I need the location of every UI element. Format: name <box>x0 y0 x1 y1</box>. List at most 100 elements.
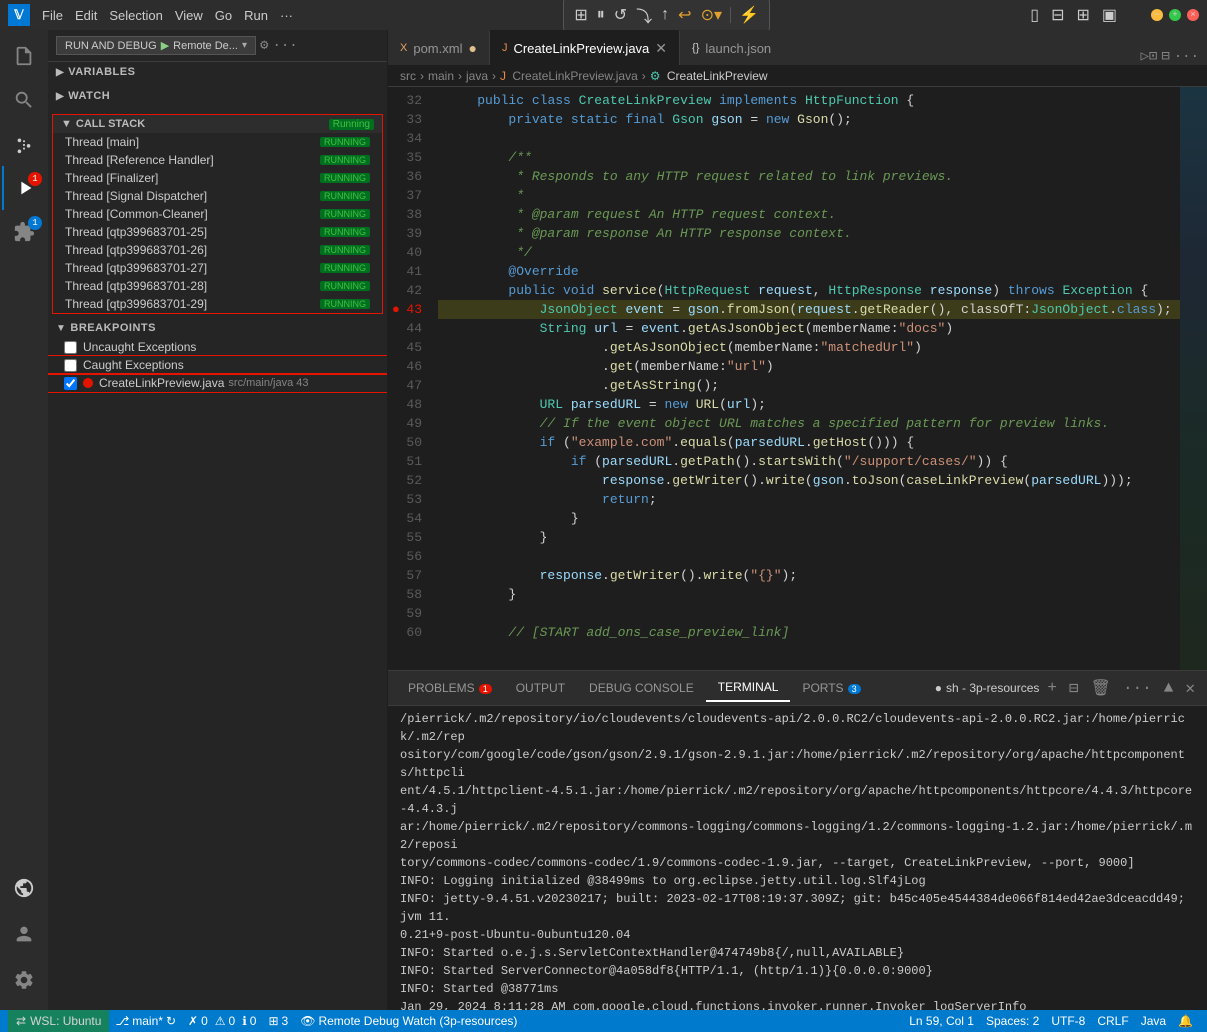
call-stack-item[interactable]: Thread [main] RUNNING <box>53 133 382 151</box>
minimize-btn[interactable]: − <box>1151 9 1163 21</box>
bp-checkbox[interactable] <box>64 359 77 372</box>
extensions-activity-icon[interactable]: 1 <box>2 210 46 254</box>
flash-btn[interactable]: ⚡ <box>735 3 763 27</box>
menu-run[interactable]: Run <box>238 6 274 25</box>
watch-section-header[interactable]: ▶ WATCH <box>48 86 387 106</box>
tab-icon: J <box>502 42 508 54</box>
run-debug-activity-icon[interactable]: 1 <box>2 166 46 210</box>
remote-activity-icon[interactable] <box>2 866 46 910</box>
bp-checkbox[interactable] <box>64 341 77 354</box>
breakpoint-item[interactable]: CreateLinkPreview.java src/main/java 43 <box>48 374 387 392</box>
panel-tab-output[interactable]: OUTPUT <box>504 675 577 701</box>
more-editor-btn[interactable]: ··· <box>1174 49 1199 65</box>
bp-path: src/main/java 43 <box>228 377 308 389</box>
menu-edit[interactable]: Edit <box>69 6 103 25</box>
menu-view[interactable]: View <box>169 6 209 25</box>
menu-selection[interactable]: Selection <box>103 6 168 25</box>
tab-launch.json[interactable]: {} launch.json <box>680 30 783 65</box>
record-btn[interactable]: ⊙▾ <box>697 3 726 27</box>
language-status[interactable]: Java <box>1135 1014 1172 1028</box>
errors-status[interactable]: ✗ 0 ⚠ 0 ℹ 0 <box>182 1014 262 1028</box>
thread-name: Thread [qtp399683701-29] <box>65 297 207 311</box>
settings-activity-icon[interactable] <box>2 958 46 1002</box>
layout-grid-btn[interactable]: ⊞ <box>1072 3 1093 27</box>
branch-status[interactable]: ⎇ main* ↻ <box>109 1014 182 1028</box>
layout-custom-btn[interactable]: ▣ <box>1098 3 1121 27</box>
terminal-line: Jan 29, 2024 8:11:28 AM com.google.cloud… <box>400 998 1195 1010</box>
call-stack-item[interactable]: Thread [qtp399683701-25] RUNNING <box>53 223 382 241</box>
bp-checkbox[interactable] <box>64 377 77 390</box>
menu-go[interactable]: Go <box>209 6 238 25</box>
trash-terminal-btn[interactable]: 🗑 <box>1087 676 1115 700</box>
more-terminal-btn[interactable]: ··· <box>1119 677 1156 699</box>
bc-main[interactable]: main <box>428 69 454 83</box>
code-lines[interactable]: public class CreateLinkPreview implement… <box>438 87 1180 670</box>
panel-tab-terminal[interactable]: TERMINAL <box>706 674 791 702</box>
panel-tab-ports[interactable]: PORTS3 <box>790 675 872 701</box>
restart-btn[interactable]: ↺ <box>610 3 631 27</box>
tab-pom.xml[interactable]: X pom.xml ● <box>388 30 489 65</box>
explorer-activity-icon[interactable] <box>2 34 46 78</box>
close-panel-btn[interactable]: ✕ <box>1181 676 1199 700</box>
split-terminal-btn[interactable]: ⊟ <box>1065 676 1083 700</box>
split-editor-btn[interactable]: ⊟ <box>1161 48 1169 65</box>
gear-icon[interactable]: ⚙ <box>260 37 268 54</box>
run-debug-button[interactable]: RUN AND DEBUG ▶ Remote De... ▾ <box>56 36 256 55</box>
branch-label: main* <box>132 1014 163 1028</box>
panel-tab-problems[interactable]: PROBLEMS1 <box>396 675 504 701</box>
maximize-btn[interactable]: + <box>1169 9 1181 21</box>
line-number: 42 <box>388 281 430 300</box>
position-status[interactable]: Ln 59, Col 1 <box>903 1014 980 1028</box>
tab-createlinkpreview.java[interactable]: J CreateLinkPreview.java ✕ <box>489 30 680 65</box>
encoding-status[interactable]: UTF-8 <box>1045 1014 1091 1028</box>
breakpoint-item[interactable]: Uncaught Exceptions <box>48 338 387 356</box>
layout-single-btn[interactable]: ▯ <box>1026 3 1043 27</box>
call-stack-item[interactable]: Thread [qtp399683701-28] RUNNING <box>53 277 382 295</box>
menu-more[interactable]: ··· <box>274 6 299 25</box>
call-stack-item[interactable]: Thread [qtp399683701-29] RUNNING <box>53 295 382 313</box>
add-terminal-btn[interactable]: + <box>1043 677 1061 699</box>
step-over-btn[interactable]: ⤵ <box>632 1 656 29</box>
close-tab-icon[interactable]: ✕ <box>655 40 667 57</box>
remote-status[interactable]: ⇄ WSL: Ubuntu <box>8 1010 109 1032</box>
call-stack-item[interactable]: Thread [Reference Handler] RUNNING <box>53 151 382 169</box>
run-split-btn[interactable]: ▷⊡ <box>1140 48 1157 65</box>
terminal-line: INFO: Started @38771ms <box>400 980 1195 998</box>
step-back-btn[interactable]: ↩ <box>674 3 695 27</box>
grid-icon[interactable]: ⊞ <box>570 3 591 27</box>
breakpoint-item[interactable]: Caught Exceptions <box>48 356 387 374</box>
thread-status: RUNNING <box>320 281 370 291</box>
notification-bell[interactable]: 🔔 <box>1172 1014 1199 1028</box>
breakpoints-section-header[interactable]: ▼ BREAKPOINTS <box>48 318 387 338</box>
watch-status[interactable]: 👁 Remote Debug Watch (3p-resources) <box>294 1014 523 1028</box>
source-control-activity-icon[interactable] <box>2 122 46 166</box>
panel-tab-debug-console[interactable]: DEBUG CONSOLE <box>577 675 706 701</box>
call-stack-header[interactable]: ▼ CALL STACK Running <box>53 115 382 133</box>
call-stack-item[interactable]: Thread [qtp399683701-26] RUNNING <box>53 241 382 259</box>
terminal-content[interactable]: /pierrick/.m2/repository/io/cloudevents/… <box>388 706 1207 1010</box>
call-stack-item[interactable]: Thread [qtp399683701-27] RUNNING <box>53 259 382 277</box>
step-out-btn[interactable]: ↑ <box>657 4 673 26</box>
line-ending-status[interactable]: CRLF <box>1091 1014 1134 1028</box>
menu-file[interactable]: File <box>36 6 69 25</box>
close-btn[interactable]: × <box>1187 9 1199 21</box>
thread-status: RUNNING <box>320 173 370 183</box>
account-activity-icon[interactable] <box>2 912 46 956</box>
bc-class[interactable]: ⚙ CreateLinkPreview <box>650 69 768 83</box>
maximize-panel-btn[interactable]: ▲ <box>1160 677 1178 699</box>
pause-btn[interactable]: ⏸ <box>593 4 609 26</box>
search-activity-icon[interactable] <box>2 78 46 122</box>
variables-section-header[interactable]: ▶ VARIABLES <box>48 62 387 82</box>
bc-file[interactable]: J CreateLinkPreview.java <box>500 69 638 83</box>
call-stack-item[interactable]: Thread [Finalizer] RUNNING <box>53 169 382 187</box>
items-status[interactable]: ⊞ 3 <box>262 1014 294 1028</box>
bc-sep2: › <box>458 69 462 83</box>
layout-split-btn[interactable]: ⊟ <box>1047 3 1068 27</box>
tab-bar: X pom.xml ● J CreateLinkPreview.java ✕{}… <box>388 30 1207 65</box>
bc-src[interactable]: src <box>400 69 416 83</box>
call-stack-item[interactable]: Thread [Common-Cleaner] RUNNING <box>53 205 382 223</box>
more-actions-icon[interactable]: ··· <box>272 38 297 54</box>
bc-java[interactable]: java <box>466 69 488 83</box>
spaces-status[interactable]: Spaces: 2 <box>980 1014 1045 1028</box>
call-stack-item[interactable]: Thread [Signal Dispatcher] RUNNING <box>53 187 382 205</box>
